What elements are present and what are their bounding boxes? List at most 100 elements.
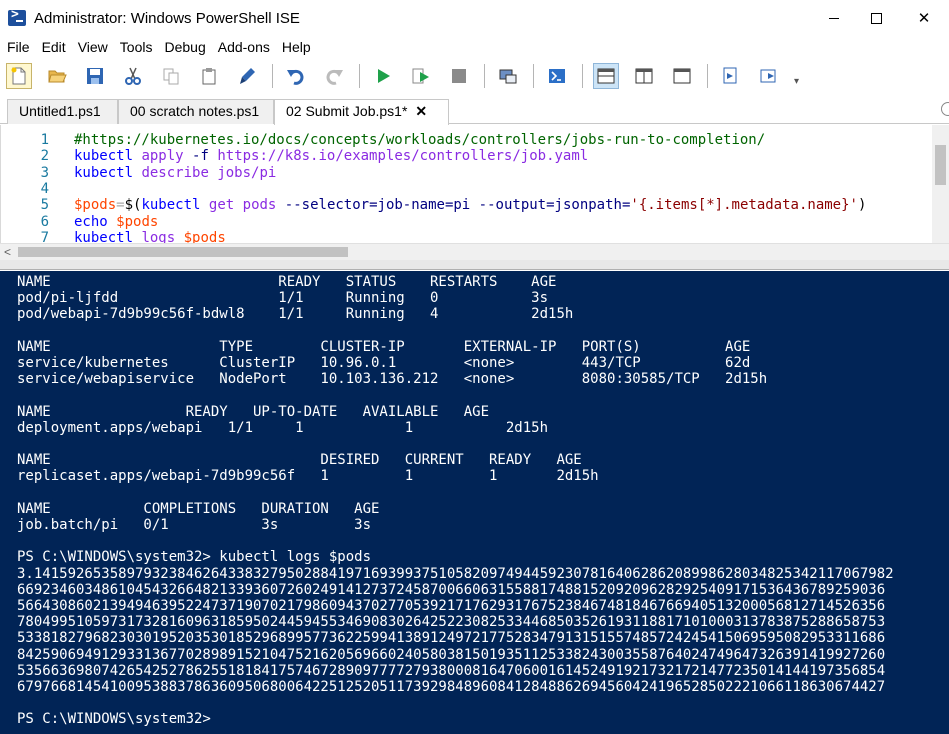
scrollbar-thumb[interactable]	[935, 145, 946, 185]
console-line: 6797668145410095388378636095068006422512…	[17, 679, 886, 695]
console-line: deployment.apps/webapi 1/1 1 1 2d15h	[17, 419, 549, 436]
undo-button[interactable]	[283, 63, 309, 89]
tab-label: 02 Submit Job.ps1*	[286, 103, 408, 119]
title-bar: Administrator: Windows PowerShell ISE ✕	[0, 0, 949, 36]
code-text: $pods=$(kubectl get pods --selector=job-…	[74, 197, 866, 213]
close-button[interactable]: ✕	[899, 0, 949, 36]
stop-button[interactable]	[446, 63, 472, 89]
tab-scroll-icon[interactable]	[941, 102, 949, 116]
line-number: 7	[40, 229, 49, 243]
start-powershell-button[interactable]	[544, 63, 570, 89]
show-command-window-button[interactable]	[718, 63, 744, 89]
new-script-button[interactable]	[6, 63, 32, 89]
editor-vertical-scrollbar[interactable]	[932, 125, 949, 243]
copy-button[interactable]	[158, 63, 184, 89]
console-line: NAME COMPLETIONS DURATION AGE	[17, 500, 380, 517]
console-line: 3.14159265358979323846264338327950288419…	[17, 565, 894, 582]
menu-view[interactable]: View	[73, 39, 113, 55]
code-token: get	[208, 197, 235, 214]
console-line: NAME READY UP-TO-DATE AVAILABLE AGE	[17, 403, 490, 420]
show-script-pane-max-button[interactable]	[669, 63, 695, 89]
code-token: $pods	[74, 197, 117, 214]
redo-icon	[326, 69, 343, 85]
show-script-pane-top-button[interactable]	[593, 63, 619, 89]
editor-horizontal-scrollbar[interactable]: <	[0, 243, 949, 260]
tab-scratch-notes[interactable]: 00 scratch notes.ps1	[118, 99, 274, 124]
menu-edit[interactable]: Edit	[37, 39, 71, 55]
play-icon	[378, 69, 390, 83]
undo-icon	[287, 69, 304, 85]
menu-bar: File Edit View Tools Debug Add-ons Help	[0, 36, 949, 58]
code-line: 4	[1, 181, 949, 197]
save-button[interactable]	[82, 63, 108, 89]
code-token: #https://kubernetes.io/docs/concepts/wor…	[74, 132, 766, 148]
command-addon-icon	[760, 69, 776, 83]
paste-button[interactable]	[196, 63, 222, 89]
code-token: https://k8s.io/examples/controllers/job.…	[217, 148, 589, 165]
clear-console-button[interactable]	[234, 63, 260, 89]
code-line: 2 kubectl apply -f https://k8s.io/example…	[1, 148, 949, 164]
console-line: 5664308602139494639522473719070217986094…	[17, 598, 886, 614]
script-editor[interactable]: 1 #https://kubernetes.io/docs/concepts/wo…	[0, 125, 949, 243]
console-line: NAME DESIRED CURRENT READY AGE	[17, 452, 582, 469]
tab-label: Untitled1.ps1	[19, 103, 101, 119]
console-line: 7804995105973173281609631859502445945534…	[17, 614, 886, 631]
run-script-button[interactable]	[370, 63, 396, 89]
line-number: 5	[40, 197, 49, 214]
code-line: 1 #https://kubernetes.io/docs/concepts/wo…	[1, 132, 949, 148]
line-number: 6	[40, 213, 49, 230]
toolbar-separator	[359, 64, 360, 88]
menu-debug[interactable]: Debug	[159, 39, 210, 55]
paste-icon	[202, 68, 216, 85]
console-line: pod/pi-ljfdd 1/1 Running 0 3s	[17, 290, 549, 307]
scrollbar-thumb[interactable]	[18, 247, 348, 257]
code-text: #https://kubernetes.io/docs/concepts/wor…	[74, 132, 765, 148]
tab-strip: Untitled1.ps1 00 scratch notes.ps1 02 Su…	[0, 94, 949, 125]
tab-label: 00 scratch notes.ps1	[130, 103, 260, 119]
run-selection-button[interactable]	[408, 63, 434, 89]
code-token: kubectl	[74, 229, 134, 243]
code-token: --selector=job-name=pi	[284, 197, 471, 214]
window-title: Administrator: Windows PowerShell ISE	[34, 9, 300, 27]
tab-untitled1[interactable]: Untitled1.ps1	[7, 99, 118, 124]
code-token: $pods	[116, 213, 159, 230]
menu-help[interactable]: Help	[277, 39, 316, 55]
code-token: kubectl	[141, 197, 201, 214]
code-token: pods	[242, 197, 277, 214]
new-remote-tab-button[interactable]	[495, 63, 521, 89]
scroll-left-icon[interactable]: <	[4, 245, 11, 259]
show-script-pane-right-button[interactable]	[631, 63, 657, 89]
menu-addons[interactable]: Add-ons	[213, 39, 275, 55]
remote-computer-icon	[499, 69, 517, 84]
code-text: echo $pods	[74, 214, 158, 230]
tab-submit-job[interactable]: 02 Submit Job.ps1* ✕	[274, 99, 449, 125]
redo-button[interactable]	[321, 63, 347, 89]
console-pane[interactable]: NAME READY STATUS RESTARTS AGE pod/pi-ljf…	[0, 271, 949, 734]
console-line: PS C:\WINDOWS\system32> kubectl logs $po…	[17, 549, 372, 566]
toolbar-separator	[272, 64, 273, 88]
close-tab-icon[interactable]: ✕	[415, 103, 427, 119]
console-line: NAME READY STATUS RESTARTS AGE	[17, 274, 557, 290]
menu-tools[interactable]: Tools	[115, 39, 158, 55]
powershell-prompt-icon	[549, 69, 565, 83]
code-token: -f	[192, 148, 209, 165]
menu-file[interactable]: File	[2, 39, 35, 55]
show-command-addon-button[interactable]	[756, 63, 782, 89]
minimize-button[interactable]	[811, 0, 857, 36]
code-text: kubectl describe jobs/pi	[74, 165, 276, 181]
code-token: apply	[141, 148, 184, 165]
toolbar-overflow-icon[interactable]: ▾	[794, 76, 799, 87]
code-line: 6 echo $pods	[1, 214, 949, 230]
copy-icon	[163, 68, 179, 85]
pane-splitter[interactable]	[0, 260, 949, 270]
maximize-button[interactable]	[853, 0, 899, 36]
code-text: kubectl apply -f https://k8s.io/examples…	[74, 148, 588, 164]
cut-button[interactable]	[120, 63, 146, 89]
console-line: service/webapiservice NodePort 10.103.13…	[17, 371, 768, 388]
open-button[interactable]	[44, 63, 70, 89]
code-token: '{.items[*].metadata.name}'	[630, 197, 858, 214]
